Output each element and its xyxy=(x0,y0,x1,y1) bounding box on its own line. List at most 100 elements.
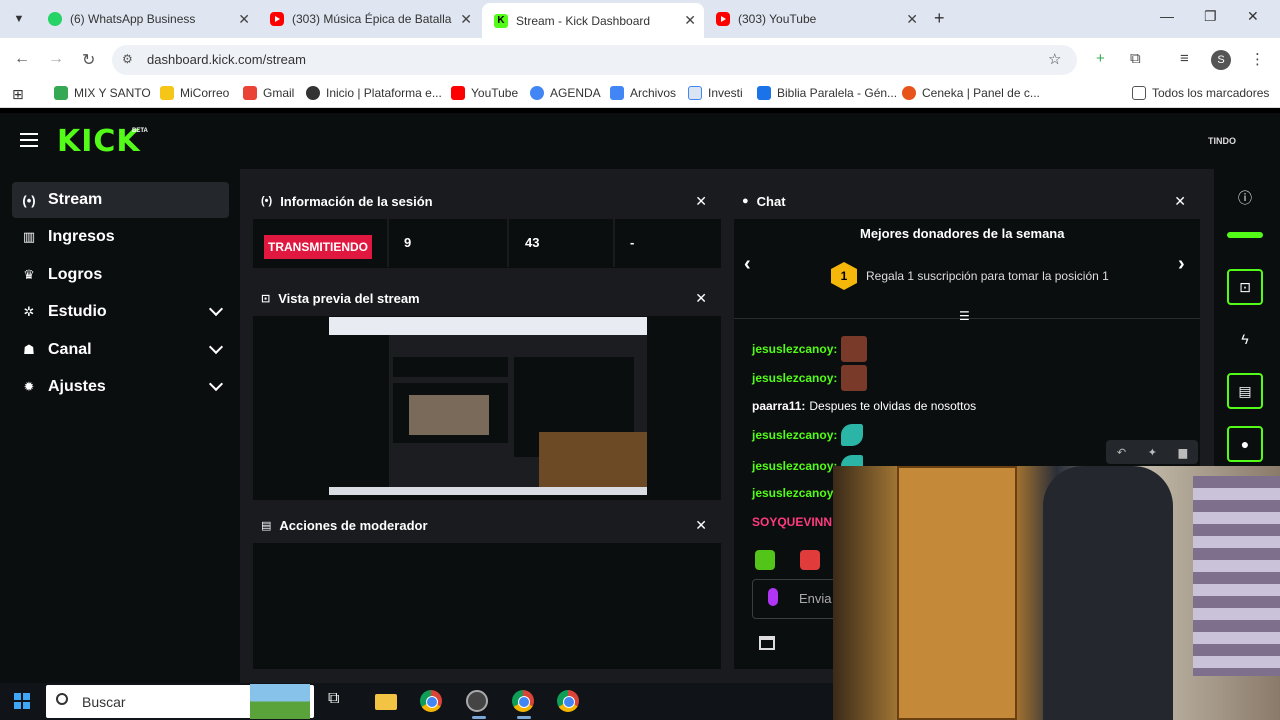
forward-icon[interactable]: → xyxy=(48,50,64,68)
hamburger-menu-icon[interactable] xyxy=(20,133,38,147)
sidebar-item-estudio[interactable]: ✲ Estudio xyxy=(12,294,229,330)
chat-toggle-icon[interactable]: ● xyxy=(1227,426,1263,462)
media-control-icon[interactable]: ≡ xyxy=(1180,50,1189,67)
docs-icon xyxy=(610,86,624,100)
chat-username[interactable]: jesuslezcanoy: xyxy=(752,459,837,473)
bookmark-item[interactable]: MIX Y SANTO xyxy=(54,86,151,100)
close-icon[interactable]: ✕ xyxy=(695,290,707,307)
bookmark-item[interactable]: YouTube xyxy=(451,86,518,100)
chrome-icon[interactable] xyxy=(512,690,534,712)
stream-preview-video[interactable] xyxy=(329,317,647,495)
extension-plus-icon[interactable]: + xyxy=(1096,50,1105,67)
bookmark-item[interactable]: Inicio | Plataforma e... xyxy=(306,86,442,100)
back-icon[interactable]: ← xyxy=(14,50,30,68)
info-icon[interactable]: ⓘ xyxy=(1227,180,1263,216)
emote-picker-icon[interactable] xyxy=(755,550,775,570)
apps-grid-icon[interactable]: ⊞ xyxy=(12,86,24,103)
all-bookmarks[interactable]: Todos los marcadores xyxy=(1132,86,1269,100)
close-icon[interactable]: ✕ xyxy=(1174,193,1186,210)
chrome-icon[interactable] xyxy=(557,690,579,712)
bookmark-item[interactable]: Archivos xyxy=(610,86,676,100)
close-window-icon[interactable]: ✕ xyxy=(1247,8,1259,25)
chevron-left-icon[interactable]: ‹ xyxy=(744,253,751,276)
tab-kick-dashboard[interactable]: K Stream - Kick Dashboard ✕ xyxy=(482,3,704,38)
bookmark-item[interactable]: Biblia Paralela - Gén... xyxy=(757,86,897,100)
preview-toggle-icon[interactable]: ⊡ xyxy=(1227,269,1263,305)
preview-browser-chrome xyxy=(329,317,647,335)
menu-dots-icon[interactable]: ⋮ xyxy=(1250,50,1265,68)
reload-icon[interactable]: ↻ xyxy=(82,50,95,70)
bookmark-item[interactable]: Gmail xyxy=(243,86,294,100)
close-tab-icon[interactable]: ✕ xyxy=(460,11,472,28)
chevron-down-icon xyxy=(208,301,224,317)
chat-username[interactable]: jesuslezcanoy xyxy=(752,486,833,500)
tab-musica[interactable]: (303) Música Épica de Batalla Le ✕ xyxy=(258,3,480,35)
sidebar-item-logros[interactable]: ♛ Logros xyxy=(12,257,229,293)
bookmark-item[interactable]: Ceneka | Panel de c... xyxy=(902,86,1040,100)
top-nav xyxy=(0,113,1280,169)
windows-start-icon[interactable] xyxy=(14,693,30,709)
close-icon[interactable]: ✕ xyxy=(695,193,707,210)
chat-username[interactable]: jesuslezcanoy: xyxy=(752,428,837,442)
close-icon[interactable]: ✕ xyxy=(695,517,707,534)
chat-message[interactable]: jesuslezcanoy: xyxy=(752,336,868,362)
chat-username[interactable]: SOYQUEVINN xyxy=(752,515,832,529)
divider xyxy=(507,217,509,267)
chat-username[interactable]: paarra11: xyxy=(752,399,805,413)
task-view-icon[interactable]: ⧉ xyxy=(328,690,350,712)
search-icon xyxy=(56,693,68,705)
sidebar-item-ingresos[interactable]: ▥ Ingresos xyxy=(12,219,229,255)
reply-icon[interactable]: ↶ xyxy=(1117,446,1126,459)
rank-text: Regala 1 suscripción para tomar la posic… xyxy=(866,269,1109,283)
pinned-handle-icon[interactable]: ☰ xyxy=(959,309,970,323)
chat-message[interactable]: jesuslezcanoy: xyxy=(752,365,868,391)
chrome-icon[interactable] xyxy=(420,690,442,712)
emote-picker-icon[interactable] xyxy=(800,550,820,570)
tab-youtube[interactable]: (303) YouTube ✕ xyxy=(704,3,926,35)
sidebar-item-label: Logros xyxy=(48,266,103,283)
bookmark-item[interactable]: Investi xyxy=(688,86,743,100)
new-tab-icon[interactable]: + xyxy=(934,8,945,29)
bookmark-item[interactable]: MiCorreo xyxy=(160,86,229,100)
page-icon xyxy=(688,86,702,100)
close-tab-icon[interactable]: ✕ xyxy=(238,11,250,28)
sidebar-item-stream[interactable]: (•) Stream xyxy=(12,182,229,218)
close-tab-icon[interactable]: ✕ xyxy=(906,11,918,28)
obs-icon[interactable] xyxy=(466,690,488,712)
bookmark-item[interactable]: AGENDA xyxy=(530,86,601,100)
chat-message[interactable]: jesuslezcanoy xyxy=(752,486,837,500)
tab-whatsapp[interactable]: (6) WhatsApp Business ✕ xyxy=(36,3,258,35)
trash-icon[interactable]: ▆ xyxy=(1179,446,1187,459)
chat-username[interactable]: jesuslezcanoy: xyxy=(752,371,837,385)
close-tab-icon[interactable]: ✕ xyxy=(684,12,696,29)
store-icon[interactable] xyxy=(759,636,775,650)
user-avatar[interactable]: TINDO xyxy=(1208,127,1236,155)
bookmark-star-icon[interactable]: ☆ xyxy=(1048,50,1061,68)
bolt-icon[interactable]: ϟ xyxy=(1227,321,1263,357)
extensions-icon[interactable]: ⧉ xyxy=(1130,50,1141,67)
sidebar-item-canal[interactable]: ☗ Canal xyxy=(12,332,229,368)
kick-icon: K xyxy=(494,13,508,28)
restore-icon[interactable]: ❐ xyxy=(1204,8,1217,25)
mic-icon[interactable] xyxy=(768,588,778,606)
sidebar-item-ajustes[interactable]: ✹ Ajustes xyxy=(12,369,229,405)
chat-message[interactable]: SOYQUEVINN xyxy=(752,515,836,529)
pin-icon[interactable]: ✦ xyxy=(1148,446,1157,459)
moderator-toggle-icon[interactable]: ▤ xyxy=(1227,373,1263,409)
tab-title: (303) YouTube xyxy=(738,12,817,26)
kick-logo[interactable]: KICK xyxy=(57,124,141,159)
profile-avatar[interactable]: S xyxy=(1211,50,1231,70)
site-info-icon[interactable]: ⚙ xyxy=(122,52,133,66)
file-explorer-icon[interactable] xyxy=(375,694,397,710)
emote-icon xyxy=(841,424,864,446)
chat-username[interactable]: jesuslezcanoy: xyxy=(752,342,837,356)
chat-message[interactable]: jesuslezcanoy: xyxy=(752,424,864,446)
chart-icon: ▥ xyxy=(22,229,36,244)
studio-icon: ✲ xyxy=(23,304,35,319)
search-placeholder: Buscar xyxy=(82,694,126,710)
minimize-icon[interactable]: — xyxy=(1160,8,1174,24)
chevron-right-icon[interactable]: › xyxy=(1178,253,1185,276)
tab-search-icon[interactable]: ▼ xyxy=(8,8,30,30)
chat-message[interactable]: paarra11: Despues te olvidas de nosottos xyxy=(752,399,976,413)
preview-sidebar xyxy=(329,335,389,495)
